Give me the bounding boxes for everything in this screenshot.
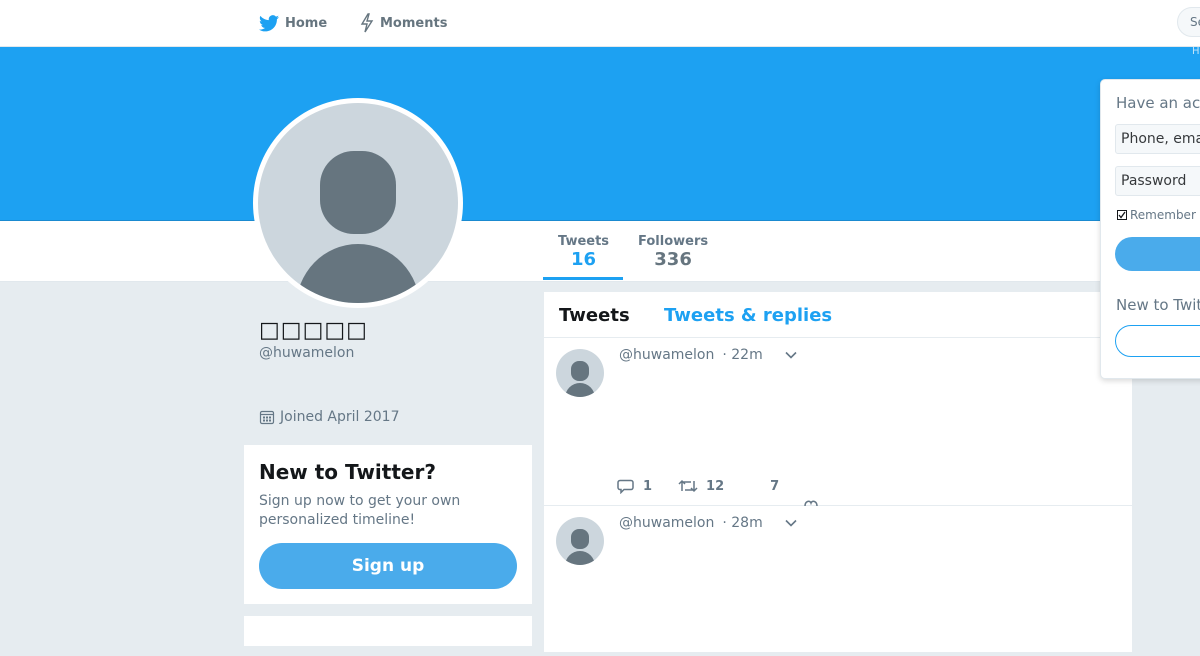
profile-display-name: □□□□□: [259, 318, 368, 343]
tweet-item[interactable]: @huwamelon · 22m 1 12 7: [544, 338, 1132, 506]
retweet-count: 12: [706, 478, 725, 494]
signup-card-text: Sign up now to get your own personalized…: [259, 493, 461, 528]
timeline: Tweets Tweets & replies @huwamelon · 22m…: [544, 292, 1132, 652]
retweet-icon: [678, 479, 698, 493]
signup-card-title: New to Twitter?: [259, 460, 436, 484]
chevron-down-icon[interactable]: [785, 519, 797, 527]
signup-button[interactable]: Sign up: [259, 543, 517, 589]
heart-icon[interactable]: [802, 498, 820, 506]
tweet-time[interactable]: · 22m: [722, 347, 762, 363]
stat-followers[interactable]: Followers 336: [638, 234, 708, 270]
tweet-item[interactable]: @huwamelon · 28m: [544, 506, 1132, 656]
tweet-actions: 1 12 7: [617, 478, 805, 494]
reply-button[interactable]: 1: [617, 478, 652, 494]
stat-tweets-label: Tweets: [558, 234, 610, 249]
search-input[interactable]: Se: [1177, 7, 1200, 37]
password-input[interactable]: [1115, 166, 1200, 196]
stat-followers-label: Followers: [638, 234, 709, 249]
phone-email-input[interactable]: [1115, 124, 1200, 154]
twitter-bird-icon: [259, 14, 279, 31]
next-sidebar-card: [244, 616, 532, 646]
nav-moments[interactable]: Moments: [360, 0, 447, 46]
default-avatar-icon: [296, 151, 420, 303]
top-navigation-bar: Home Moments Se: [0, 0, 1200, 47]
default-avatar-icon: [565, 361, 595, 397]
lightning-icon: [360, 13, 374, 33]
profile-joined: Joined April 2017: [259, 409, 400, 425]
tweet-header: @huwamelon · 28m: [619, 515, 797, 531]
login-new-label: New to Twitt: [1116, 296, 1200, 314]
tweet-handle[interactable]: @huwamelon: [619, 515, 714, 531]
profile-banner: [0, 47, 1200, 221]
login-panel: Have an acc Remember r New to Twitt: [1100, 79, 1200, 379]
stat-tweets[interactable]: Tweets 16: [558, 234, 609, 270]
profile-joined-text: Joined April 2017: [280, 409, 400, 425]
profile-handle[interactable]: @huwamelon: [259, 345, 354, 361]
timeline-tabs: Tweets Tweets & replies: [544, 292, 1132, 338]
chevron-down-icon[interactable]: [785, 351, 797, 359]
tab-tweets-and-replies[interactable]: Tweets & replies: [664, 305, 832, 326]
retweet-button[interactable]: 12: [678, 478, 724, 494]
tweet-avatar[interactable]: [556, 517, 604, 565]
reply-count: 1: [643, 478, 653, 494]
login-title: Have an acc: [1116, 94, 1200, 112]
remember-me-checkbox[interactable]: [1117, 210, 1127, 220]
calendar-icon: [259, 410, 275, 425]
login-signup-button[interactable]: [1115, 325, 1200, 357]
nav-moments-label: Moments: [380, 15, 448, 31]
banner-edge-text: H: [1192, 46, 1200, 57]
active-stat-underline: [543, 277, 623, 280]
profile-stats-bar: Tweets 16 Followers 336: [0, 221, 1200, 282]
remember-me[interactable]: Remember r: [1117, 208, 1200, 222]
nav-home-label: Home: [285, 15, 328, 31]
checkmark-icon: [1118, 211, 1126, 219]
tweet-avatar[interactable]: [556, 349, 604, 397]
signup-card: New to Twitter? Sign up now to get your …: [244, 445, 532, 604]
like-button[interactable]: 7: [770, 479, 779, 494]
like-count: 7: [770, 478, 780, 494]
stat-followers-value: 336: [654, 249, 692, 270]
tweet-time[interactable]: · 28m: [722, 515, 762, 531]
login-button[interactable]: [1115, 237, 1200, 271]
profile-avatar[interactable]: [253, 98, 463, 308]
nav-home[interactable]: Home: [259, 0, 327, 46]
stat-tweets-value: 16: [570, 249, 597, 270]
reply-icon: [617, 479, 634, 494]
default-avatar-icon: [565, 529, 595, 565]
tab-tweets[interactable]: Tweets: [559, 305, 630, 326]
remember-me-label: Remember r: [1130, 208, 1200, 222]
tweet-header: @huwamelon · 22m: [619, 347, 797, 363]
tweet-handle[interactable]: @huwamelon: [619, 347, 714, 363]
